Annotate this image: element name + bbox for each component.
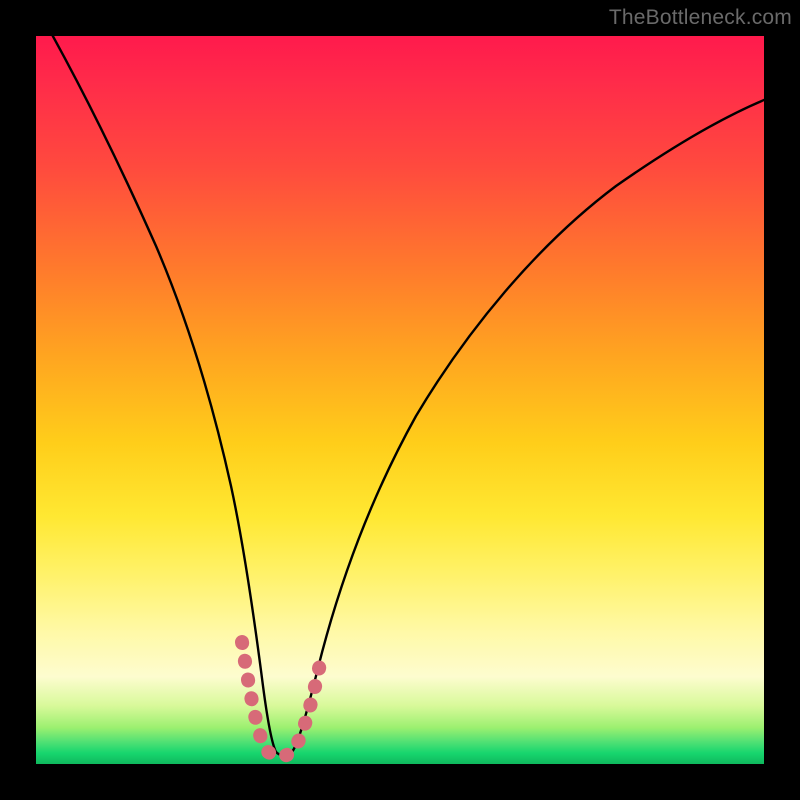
watermark-text: TheBottleneck.com (609, 6, 792, 30)
highlight-band (242, 642, 322, 756)
curves-layer (36, 36, 764, 764)
bottleneck-curve (36, 36, 764, 755)
plot-area (36, 36, 764, 764)
chart-frame: TheBottleneck.com (0, 0, 800, 800)
